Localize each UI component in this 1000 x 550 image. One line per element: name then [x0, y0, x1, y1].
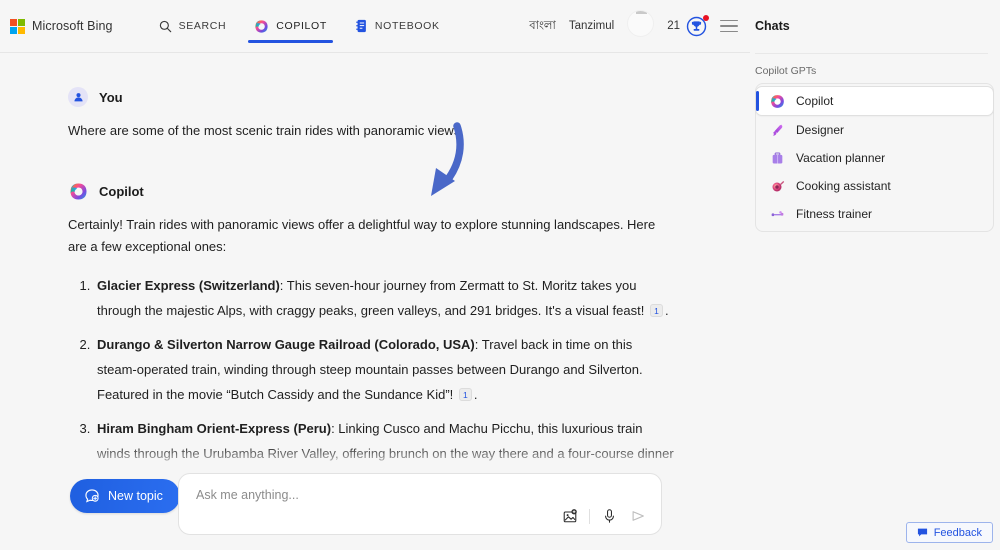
copilot-icon [254, 19, 269, 34]
sidebar-item-label: Cooking assistant [796, 179, 891, 193]
conversation-scroll-area[interactable]: You Where are some of the most scenic tr… [0, 53, 750, 470]
header-right-cluster: বাংলা Tanzimul 21 [529, 9, 750, 37]
input-tools [560, 506, 648, 526]
sidebar-item-label: Designer [796, 123, 845, 137]
copilot-logo-icon [769, 93, 785, 109]
person-icon [68, 87, 88, 107]
citation-badge[interactable]: 1 [649, 303, 663, 317]
feedback-button[interactable]: Feedback [905, 522, 993, 543]
speech-bubble-icon [917, 527, 928, 538]
new-topic-label: New topic [108, 489, 163, 503]
new-chat-icon [84, 488, 100, 504]
list-item: Hiram Bingham Orient-Express (Peru): Lin… [94, 416, 675, 470]
user-name-label: You [99, 89, 123, 105]
notification-dot [703, 14, 709, 21]
chat-input-placeholder: Ask me anything... [196, 488, 299, 502]
send-icon[interactable] [628, 506, 648, 526]
copilot-logo-icon [68, 181, 88, 201]
primary-nav: SEARCH COPILOT NOTEBOOK [145, 0, 454, 53]
search-icon [159, 20, 172, 33]
sidebar-item-copilot[interactable]: Copilot [755, 86, 994, 116]
tab-search-label: SEARCH [178, 20, 227, 32]
list-item: Durango & Silverton Narrow Gauge Railroa… [94, 332, 675, 407]
list-item-title: Glacier Express (Switzerland) [97, 278, 280, 293]
user-message: Where are some of the most scenic train … [68, 123, 461, 138]
image-upload-icon[interactable] [560, 506, 580, 526]
rewards-count: 21 [667, 20, 680, 32]
new-topic-button[interactable]: New topic [70, 479, 180, 513]
sidebar-item-cooking-assistant[interactable]: Cooking assistant [756, 172, 993, 200]
sidebar-item-fitness-trainer[interactable]: Fitness trainer [756, 200, 993, 228]
rewards-widget[interactable]: 21 [667, 14, 709, 37]
composer-bar: New topic Ask me anything... [0, 470, 750, 550]
citation-badge[interactable]: 1 [458, 387, 472, 401]
assistant-intro: Certainly! Train rides with panoramic vi… [68, 217, 656, 254]
assistant-name-label: Copilot [99, 183, 144, 199]
sidebar-item-label: Fitness trainer [796, 207, 873, 221]
conversation: You Where are some of the most scenic tr… [0, 53, 750, 470]
tab-copilot-label: COPILOT [276, 20, 327, 32]
tab-search[interactable]: SEARCH [145, 0, 241, 53]
tab-copilot[interactable]: COPILOT [240, 0, 341, 53]
assistant-turn-header: Copilot [68, 181, 675, 201]
list-item-tail: . [473, 387, 478, 402]
tab-notebook-label: NOTEBOOK [374, 20, 440, 32]
user-turn: You Where are some of the most scenic tr… [68, 87, 675, 142]
assistant-turn: Copilot Certainly! Train rides with pano… [68, 181, 675, 470]
train-ride-list: Glacier Express (Switzerland): This seve… [68, 273, 675, 470]
user-turn-header: You [68, 87, 675, 107]
sidebar-item-vacation-planner[interactable]: Vacation planner [756, 144, 993, 172]
designer-brush-icon [769, 122, 785, 138]
tab-notebook[interactable]: NOTEBOOK [341, 0, 454, 53]
chat-input-box[interactable]: Ask me anything... [178, 473, 662, 535]
sidebar-item-label: Vacation planner [796, 151, 886, 165]
bing-copilot-page: Microsoft Bing SEARCH COPILOT NOTEBOOK ব… [0, 0, 1000, 550]
copilot-gpts-list: Copilot Designer Vacation planner Cookin… [755, 83, 994, 232]
feedback-label: Feedback [933, 526, 982, 539]
dumbbell-icon [769, 206, 785, 222]
language-selector[interactable]: বাংলা [529, 17, 556, 36]
username-label[interactable]: Tanzimul [569, 20, 614, 32]
bing-brand[interactable]: Microsoft Bing [10, 18, 113, 34]
list-item-title: Hiram Bingham Orient-Express (Peru) [97, 421, 332, 436]
notebook-icon [355, 19, 368, 33]
list-item-tail: . [664, 303, 669, 318]
hamburger-menu-icon[interactable] [720, 19, 738, 33]
sidebar-item-designer[interactable]: Designer [756, 116, 993, 144]
sidebar-section-label: Copilot GPTs [755, 65, 817, 77]
list-item: Glacier Express (Switzerland): This seve… [94, 273, 675, 323]
sidebar-title: Chats [755, 19, 790, 33]
sidebar-divider [755, 53, 988, 54]
sidebar-item-label: Copilot [796, 94, 834, 108]
microphone-icon[interactable] [599, 506, 619, 526]
suitcase-icon [769, 150, 785, 166]
right-sidebar: Chats Copilot GPTs Copilot Designer Vaca… [750, 0, 1000, 550]
avatar[interactable] [627, 9, 655, 37]
list-item-title: Durango & Silverton Narrow Gauge Railroa… [97, 337, 475, 352]
tool-divider [589, 508, 590, 524]
brand-label: Microsoft Bing [32, 19, 113, 33]
cooking-pan-icon [769, 178, 785, 194]
trophy-icon [686, 14, 709, 37]
app-header: Microsoft Bing SEARCH COPILOT NOTEBOOK ব… [0, 0, 750, 53]
microsoft-logo-icon [10, 18, 25, 34]
